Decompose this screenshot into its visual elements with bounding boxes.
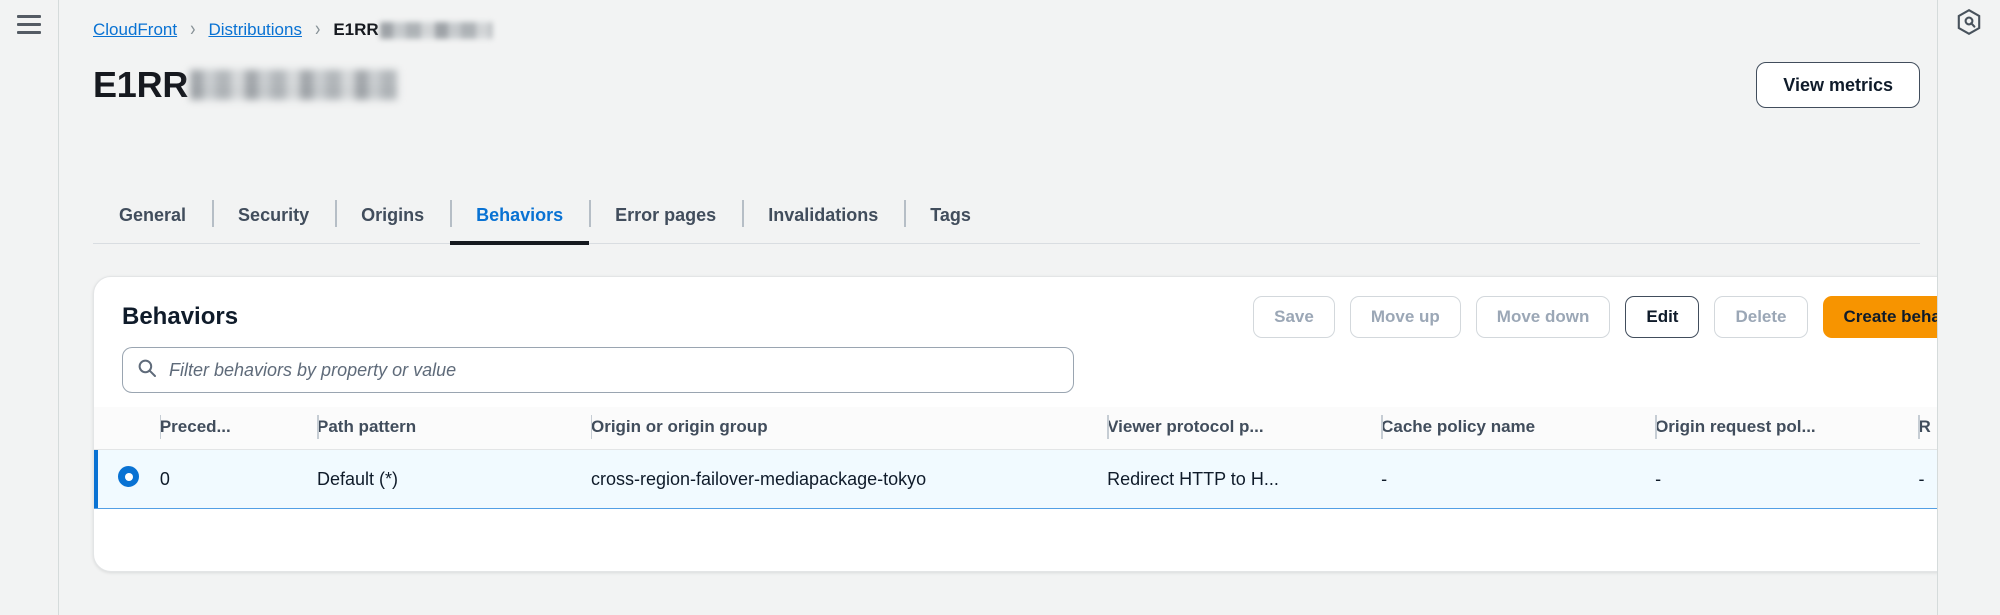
filter-behaviors-search-box[interactable]	[122, 347, 1074, 393]
main-content: CloudFront › Distributions › E1RR E1RR V…	[59, 0, 2000, 615]
hamburger-bar	[17, 30, 41, 34]
hamburger-bar	[17, 22, 41, 26]
behaviors-table-footer	[94, 509, 2000, 535]
cell-viewer-protocol-policy: Redirect HTTP to H...	[1107, 449, 1382, 509]
behaviors-panel-title: Behaviors	[122, 302, 239, 330]
row-select-cell	[94, 449, 160, 509]
row-radio-button[interactable]	[118, 466, 139, 487]
column-header-cache-policy-name[interactable]: Cache policy name	[1381, 407, 1656, 450]
breadcrumb-item-current: E1RR	[333, 20, 492, 40]
column-header-select	[94, 407, 160, 450]
amazon-q-hexagon-icon[interactable]	[1953, 6, 1985, 38]
delete-button[interactable]: Delete	[1714, 295, 1808, 338]
cell-precedence: 0	[159, 449, 317, 509]
hamburger-bar	[17, 14, 41, 18]
move-up-button[interactable]: Move up	[1349, 295, 1461, 338]
redacted-distribution-id	[379, 21, 492, 39]
behaviors-action-bar: Save Move up Move down Edit Delete Creat…	[1253, 295, 1993, 338]
page-title: E1RR	[93, 64, 399, 106]
tab-general[interactable]: General	[93, 187, 212, 243]
cell-origin-request-policy: -	[1655, 449, 1919, 509]
behaviors-table-wrapper: Preced... Path pattern Origin or origin …	[94, 407, 2000, 535]
save-button[interactable]: Save	[1253, 295, 1335, 338]
tab-tags[interactable]: Tags	[904, 187, 997, 243]
right-tools-rail	[1937, 0, 2000, 615]
move-down-button[interactable]: Move down	[1475, 295, 1611, 338]
table-row[interactable]: 0 Default (*) cross-region-failover-medi…	[94, 449, 2000, 509]
column-header-origin-request-policy[interactable]: Origin request pol...	[1655, 407, 1919, 450]
redacted-distribution-id-title	[190, 69, 399, 100]
column-header-precedence[interactable]: Preced...	[159, 407, 317, 450]
left-navigation-rail	[0, 0, 59, 615]
cell-path-pattern: Default (*)	[317, 449, 591, 509]
tab-security[interactable]: Security	[212, 187, 335, 243]
hamburger-menu-icon[interactable]	[14, 9, 44, 39]
tab-error-pages[interactable]: Error pages	[589, 187, 742, 243]
tab-origins[interactable]: Origins	[335, 187, 450, 243]
page-title-text: E1RR	[93, 64, 189, 106]
tab-behaviors[interactable]: Behaviors	[450, 187, 590, 245]
filter-behaviors-input[interactable]	[169, 359, 1059, 381]
tab-invalidations[interactable]: Invalidations	[742, 187, 904, 243]
cloudfront-console-page: CloudFront › Distributions › E1RR E1RR V…	[0, 0, 2000, 615]
cell-origin: cross-region-failover-mediapackage-tokyo	[590, 449, 1108, 509]
cell-cache-policy-name: -	[1381, 449, 1656, 509]
behaviors-panel-header: Behaviors Save Move up Move down Edit De…	[94, 277, 2000, 339]
breadcrumb-current-text: E1RR	[333, 20, 379, 39]
tab-bar: General Security Origins Behaviors Error…	[93, 186, 1920, 245]
behaviors-filter-row	[94, 339, 2000, 393]
edit-button[interactable]: Edit	[1625, 295, 1700, 338]
breadcrumb-item-cloudfront[interactable]: CloudFront	[93, 20, 177, 40]
behaviors-table: Preced... Path pattern Origin or origin …	[94, 407, 2000, 509]
view-metrics-button[interactable]: View metrics	[1756, 62, 1920, 108]
page-title-row: E1RR View metrics	[93, 62, 1920, 108]
column-header-origin[interactable]: Origin or origin group	[590, 407, 1108, 450]
column-header-path-pattern[interactable]: Path pattern	[317, 407, 591, 450]
column-header-viewer-protocol-policy[interactable]: Viewer protocol p...	[1107, 407, 1382, 450]
table-header-row: Preced... Path pattern Origin or origin …	[94, 407, 2000, 450]
breadcrumb: CloudFront › Distributions › E1RR	[93, 17, 492, 41]
behaviors-panel: Behaviors Save Move up Move down Edit De…	[93, 276, 2000, 572]
breadcrumb-item-distributions[interactable]: Distributions	[208, 20, 302, 40]
search-icon	[137, 358, 157, 383]
breadcrumb-separator-icon: ›	[190, 17, 196, 41]
breadcrumb-separator-icon: ›	[314, 17, 321, 41]
